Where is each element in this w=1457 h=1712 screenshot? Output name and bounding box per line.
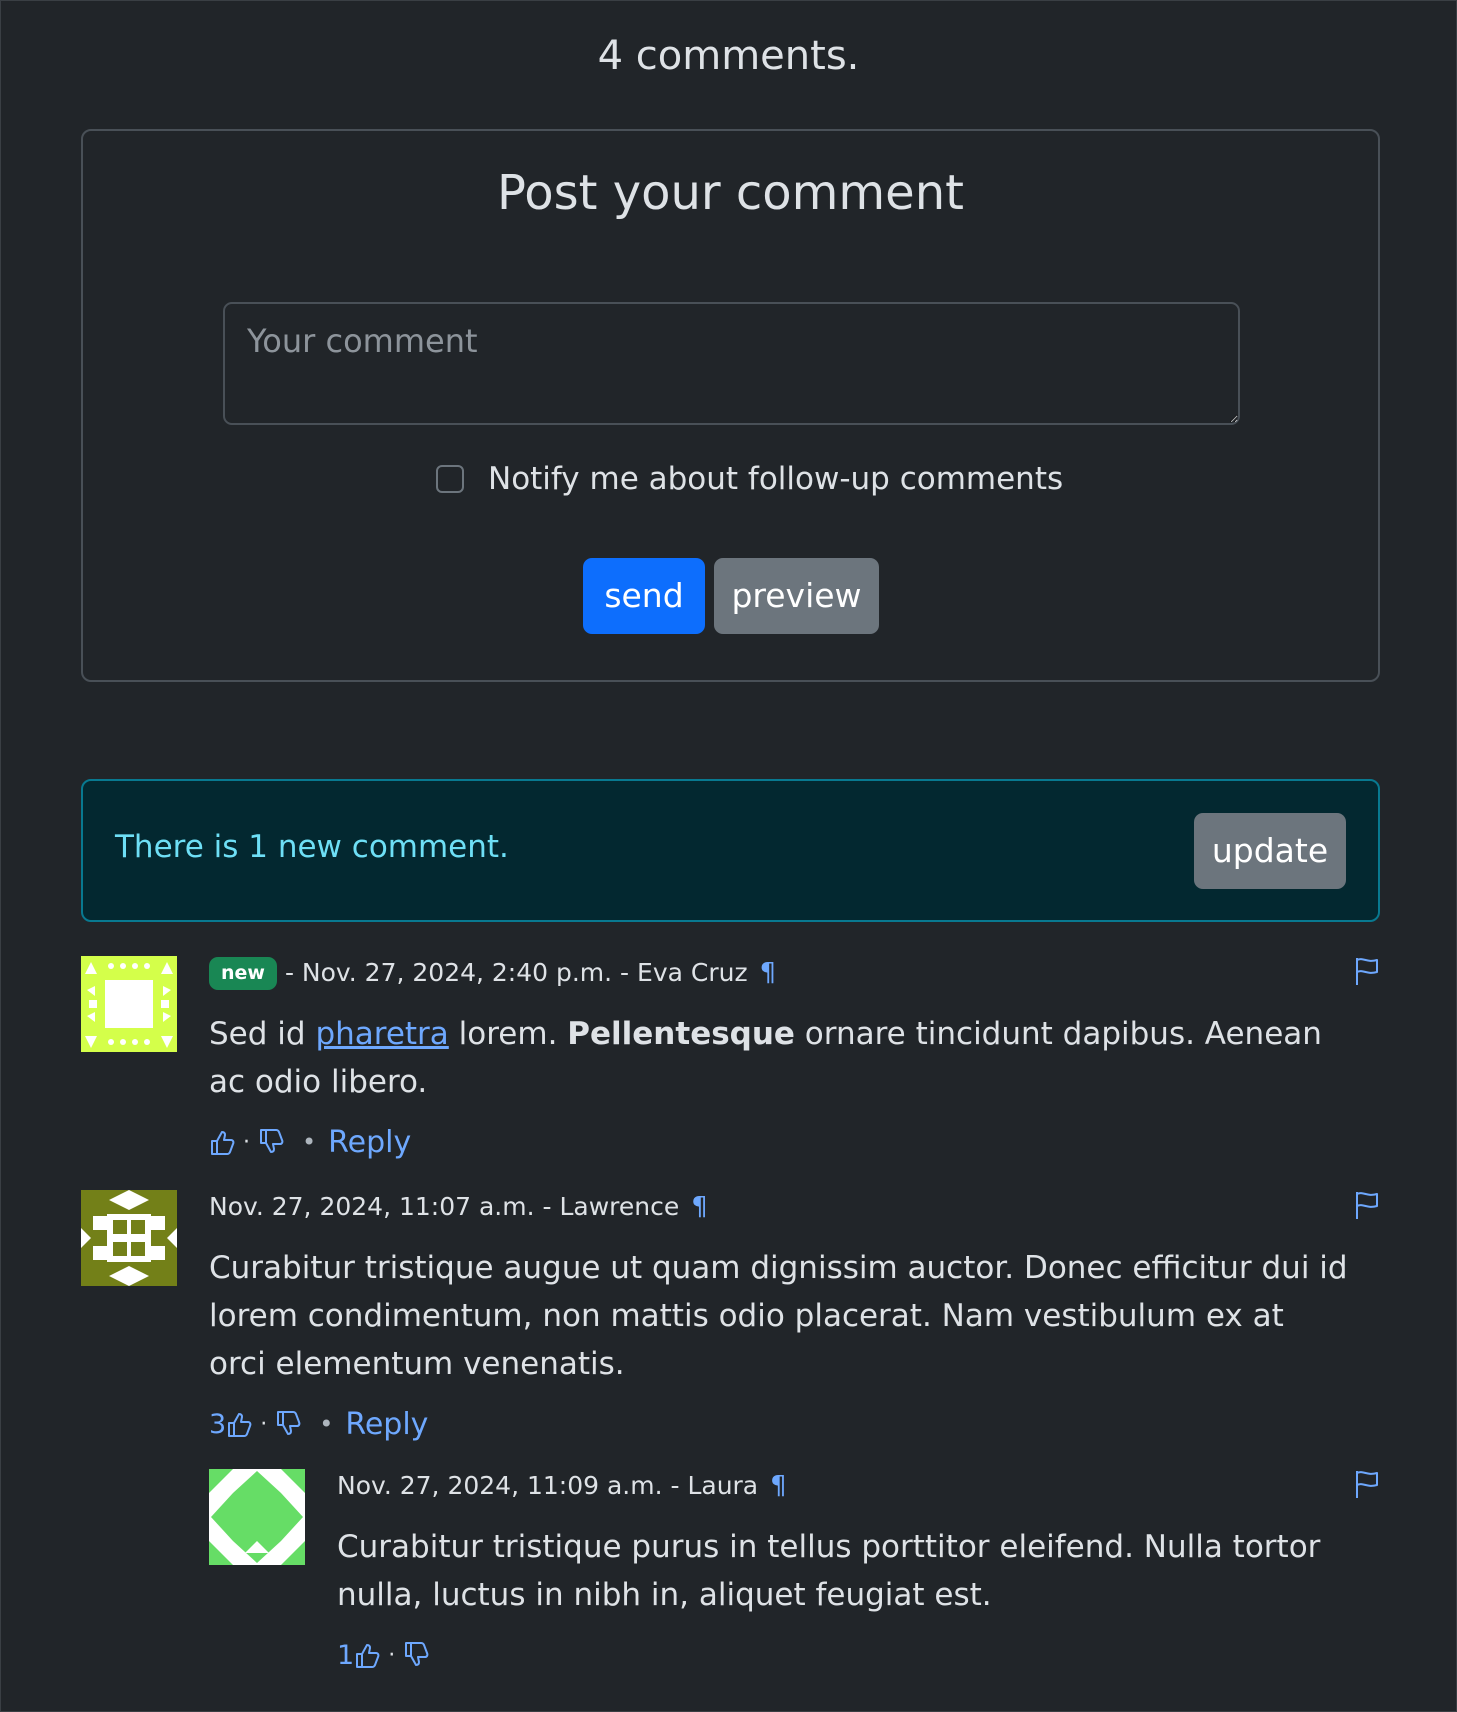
thumbs-up-icon[interactable] bbox=[354, 1641, 380, 1669]
comment-link[interactable]: pharetra bbox=[315, 1016, 448, 1052]
separator-dot: · bbox=[243, 1129, 250, 1155]
comment-text: Curabitur tristique purus in tellus port… bbox=[337, 1529, 1321, 1613]
permalink-icon[interactable]: ¶ bbox=[691, 1190, 708, 1224]
preview-button[interactable]: preview bbox=[714, 558, 879, 634]
avatar bbox=[81, 956, 177, 1052]
notify-label[interactable]: Notify me about follow-up comments bbox=[488, 461, 1063, 497]
comment-actions: 3 · • Reply bbox=[209, 1400, 1380, 1448]
comment-text: Sed id pharetra lorem. Pellentesque orna… bbox=[209, 1010, 1350, 1106]
comment-meta: Nov. 27, 2024, 11:09 a.m. - Laura ¶ bbox=[337, 1469, 1380, 1503]
separator-dot: · bbox=[388, 1642, 396, 1668]
comments-count-title: 4 comments. bbox=[597, 33, 860, 79]
thumbs-down-icon[interactable] bbox=[258, 1128, 284, 1156]
comment-date-author: - Nov. 27, 2024, 2:40 p.m. - Eva Cruz bbox=[284, 958, 748, 987]
new-badge: new bbox=[209, 956, 277, 990]
thumbs-down-icon[interactable] bbox=[275, 1410, 301, 1438]
form-title: Post your comment bbox=[497, 165, 964, 221]
comment-bold-text: Pellentesque bbox=[567, 1016, 795, 1052]
flag-icon[interactable] bbox=[1354, 1190, 1380, 1220]
comment-body: Nov. 27, 2024, 11:07 a.m. - Lawrence ¶ C… bbox=[209, 1190, 1380, 1448]
comment-item: new - Nov. 27, 2024, 2:40 p.m. - Eva Cru… bbox=[81, 956, 1380, 1160]
separator-dot: · bbox=[260, 1411, 268, 1437]
reply-link[interactable]: Reply bbox=[328, 1125, 411, 1160]
comment-form-card: Post your comment Notify me about follow… bbox=[81, 129, 1380, 682]
comment-body: Nov. 27, 2024, 11:09 a.m. - Laura ¶ Cura… bbox=[337, 1469, 1380, 1679]
separator-bullet: • bbox=[319, 1410, 334, 1438]
comment-input[interactable] bbox=[223, 302, 1240, 425]
form-buttons: send preview bbox=[583, 558, 879, 634]
alert-message: There is 1 new comment. bbox=[115, 829, 509, 865]
like-count: 3 bbox=[209, 1408, 227, 1440]
comment-actions: 1 · bbox=[337, 1631, 1380, 1679]
send-button[interactable]: send bbox=[583, 558, 705, 634]
comment-meta: new - Nov. 27, 2024, 2:40 p.m. - Eva Cru… bbox=[209, 956, 1380, 990]
new-comment-alert: There is 1 new comment. update bbox=[81, 779, 1380, 922]
avatar bbox=[81, 1190, 177, 1286]
comment-body: new - Nov. 27, 2024, 2:40 p.m. - Eva Cru… bbox=[209, 956, 1380, 1166]
comment-text-part: Sed id bbox=[209, 1016, 316, 1052]
notify-row: Notify me about follow-up comments bbox=[436, 461, 1063, 497]
thumbs-up-icon[interactable] bbox=[226, 1410, 252, 1438]
reply-link[interactable]: Reply bbox=[345, 1407, 428, 1442]
comment-item: Nov. 27, 2024, 11:09 a.m. - Laura ¶ Cura… bbox=[209, 1469, 1380, 1671]
comment-actions: · • Reply bbox=[209, 1118, 1380, 1166]
comment-date-author: Nov. 27, 2024, 11:09 a.m. - Laura bbox=[337, 1471, 759, 1500]
separator-bullet: • bbox=[302, 1128, 317, 1156]
thumbs-up-icon[interactable] bbox=[209, 1128, 235, 1156]
permalink-icon[interactable]: ¶ bbox=[760, 956, 777, 990]
notify-checkbox[interactable] bbox=[436, 465, 464, 493]
thumbs-down-icon[interactable] bbox=[403, 1641, 429, 1669]
comment-text-part: lorem. bbox=[448, 1016, 568, 1052]
comment-date-author: Nov. 27, 2024, 11:07 a.m. - Lawrence bbox=[209, 1192, 680, 1221]
like-count: 1 bbox=[337, 1639, 355, 1671]
permalink-icon[interactable]: ¶ bbox=[770, 1469, 787, 1503]
comment-text: Curabitur tristique augue ut quam dignis… bbox=[209, 1250, 1348, 1382]
flag-icon[interactable] bbox=[1354, 956, 1380, 986]
flag-icon[interactable] bbox=[1354, 1469, 1380, 1499]
comment-meta: Nov. 27, 2024, 11:07 a.m. - Lawrence ¶ bbox=[209, 1190, 1380, 1224]
avatar bbox=[209, 1469, 305, 1565]
comment-item: Nov. 27, 2024, 11:07 a.m. - Lawrence ¶ C… bbox=[81, 1190, 1380, 1442]
update-button[interactable]: update bbox=[1194, 813, 1346, 889]
